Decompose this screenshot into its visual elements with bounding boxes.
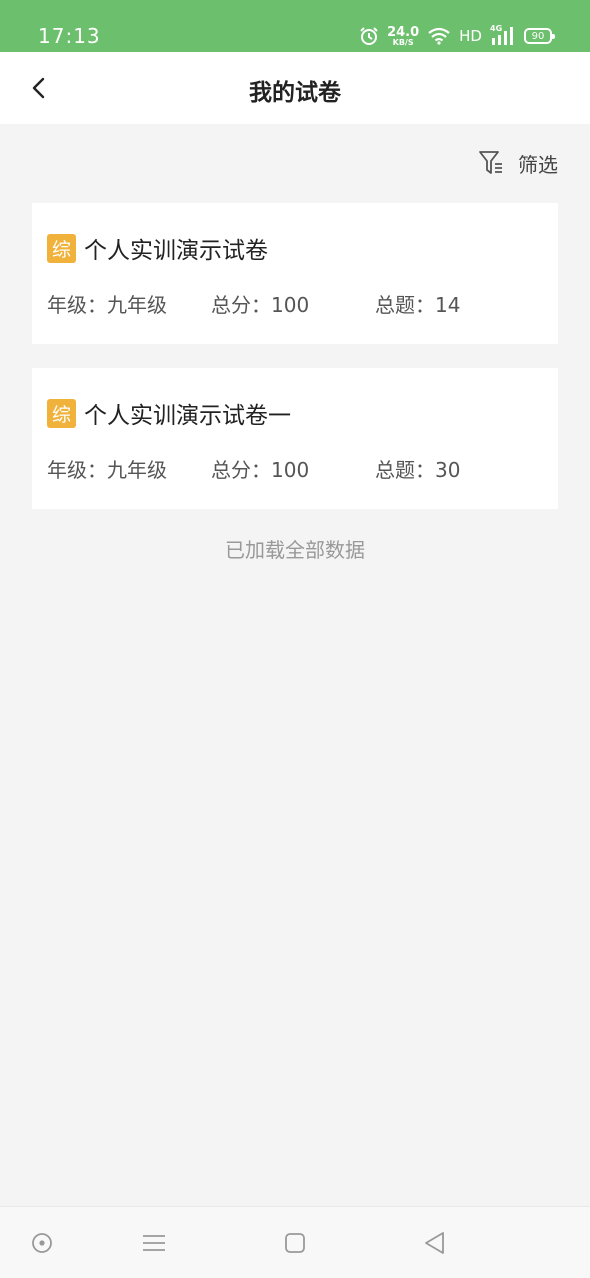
status-icons: 24.0 KB/S HD 4G 90 xyxy=(359,22,555,50)
paper-grade: 年级：九年级 xyxy=(47,293,167,317)
wifi-icon xyxy=(428,27,450,45)
header: 我的试卷 xyxy=(0,52,590,124)
page-title: 我的试卷 xyxy=(249,80,341,106)
filter-icon xyxy=(479,151,502,174)
back-icon xyxy=(425,1232,444,1254)
menu-button[interactable] xyxy=(140,1229,168,1257)
paper-card[interactable]: 综 个人实训演示试卷 年级：九年级 总分：100 总题：14 xyxy=(32,203,558,344)
menu-icon xyxy=(143,1235,165,1251)
status-time: 17:13 xyxy=(38,24,101,48)
list-end-message: 已加载全部数据 xyxy=(225,538,365,562)
net-speed-unit: KB/S xyxy=(392,37,414,47)
filter-label: 筛选 xyxy=(518,152,558,177)
battery-icon: 90 xyxy=(524,28,555,44)
assistant-icon xyxy=(32,1233,52,1253)
signal-icon: 4G xyxy=(490,24,516,46)
paper-title: 个人实训演示试卷一 xyxy=(84,403,291,429)
status-bar: 17:13 24.0 KB/S HD 4G 90 xyxy=(0,0,590,52)
paper-total-score: 总分：100 xyxy=(211,293,310,317)
alarm-icon xyxy=(360,27,378,45)
system-nav-bar xyxy=(0,1206,590,1278)
paper-grade: 年级：九年级 xyxy=(47,458,167,482)
home-button[interactable] xyxy=(281,1229,309,1257)
paper-title-row: 综 个人实训演示试卷 xyxy=(47,231,268,265)
paper-total-score: 总分：100 xyxy=(211,458,310,482)
net-speed-value: 24.0 xyxy=(387,24,420,40)
battery-level: 90 xyxy=(531,30,545,42)
system-back-button[interactable] xyxy=(421,1229,449,1257)
paper-question-count: 总题：14 xyxy=(375,293,461,317)
paper-type-badge: 综 xyxy=(47,398,76,428)
assistant-button[interactable] xyxy=(28,1229,56,1257)
paper-type-badge: 综 xyxy=(47,233,76,263)
paper-title: 个人实训演示试卷 xyxy=(84,238,268,264)
net-speed: 24.0 KB/S xyxy=(387,26,419,47)
hd-indicator: HD xyxy=(459,27,482,45)
filter-button[interactable]: 筛选 xyxy=(478,145,558,181)
home-icon xyxy=(285,1233,305,1253)
paper-title-row: 综 个人实训演示试卷一 xyxy=(47,396,291,430)
paper-question-count: 总题：30 xyxy=(375,458,461,482)
paper-card[interactable]: 综 个人实训演示试卷一 年级：九年级 总分：100 总题：30 xyxy=(32,368,558,509)
